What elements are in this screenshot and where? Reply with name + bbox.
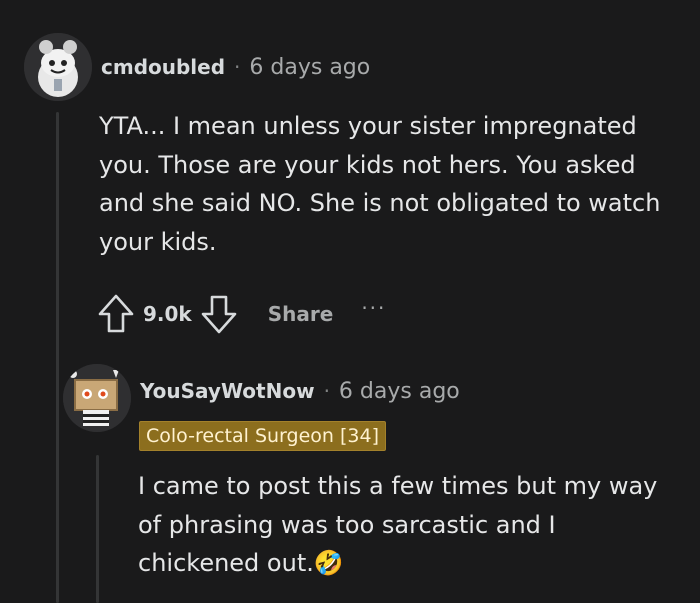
- reply-avatar[interactable]: [63, 364, 131, 432]
- downvote-arrow-icon[interactable]: [200, 293, 238, 335]
- comment-username[interactable]: cmdoubled: [101, 55, 225, 79]
- snoo-avatar-icon: [24, 33, 92, 101]
- avatar[interactable]: [24, 33, 92, 101]
- reply-collapse-line[interactable]: [96, 455, 99, 603]
- comment-thread: cmdoubled · 6 days ago YTA... I mean unl…: [0, 0, 700, 603]
- more-options-button[interactable]: ···: [361, 296, 386, 320]
- thread-collapse-line[interactable]: [56, 112, 59, 603]
- share-button[interactable]: Share: [268, 302, 334, 326]
- upvote-arrow-icon[interactable]: [97, 293, 135, 335]
- vote-count: 9.0k: [143, 302, 192, 326]
- comment-meta: cmdoubled · 6 days ago: [101, 55, 370, 80]
- reply-timestamp[interactable]: 6 days ago: [339, 379, 460, 404]
- boxhead-avatar-icon: [63, 364, 131, 432]
- reply-body: I came to post this a few times but my w…: [138, 472, 658, 577]
- comment-actions: 9.0k Share ···: [97, 293, 386, 335]
- comment-body: YTA... I mean unless your sister impregn…: [99, 112, 661, 256]
- reply-username[interactable]: YouSayWotNow: [140, 379, 315, 403]
- comment-timestamp[interactable]: 6 days ago: [249, 55, 370, 80]
- user-flair-badge: Colo-rectal Surgeon [34]: [139, 421, 386, 451]
- meta-separator: ·: [234, 55, 241, 79]
- reply-meta: YouSayWotNow · 6 days ago: [140, 379, 460, 404]
- reply-meta-separator: ·: [323, 379, 330, 403]
